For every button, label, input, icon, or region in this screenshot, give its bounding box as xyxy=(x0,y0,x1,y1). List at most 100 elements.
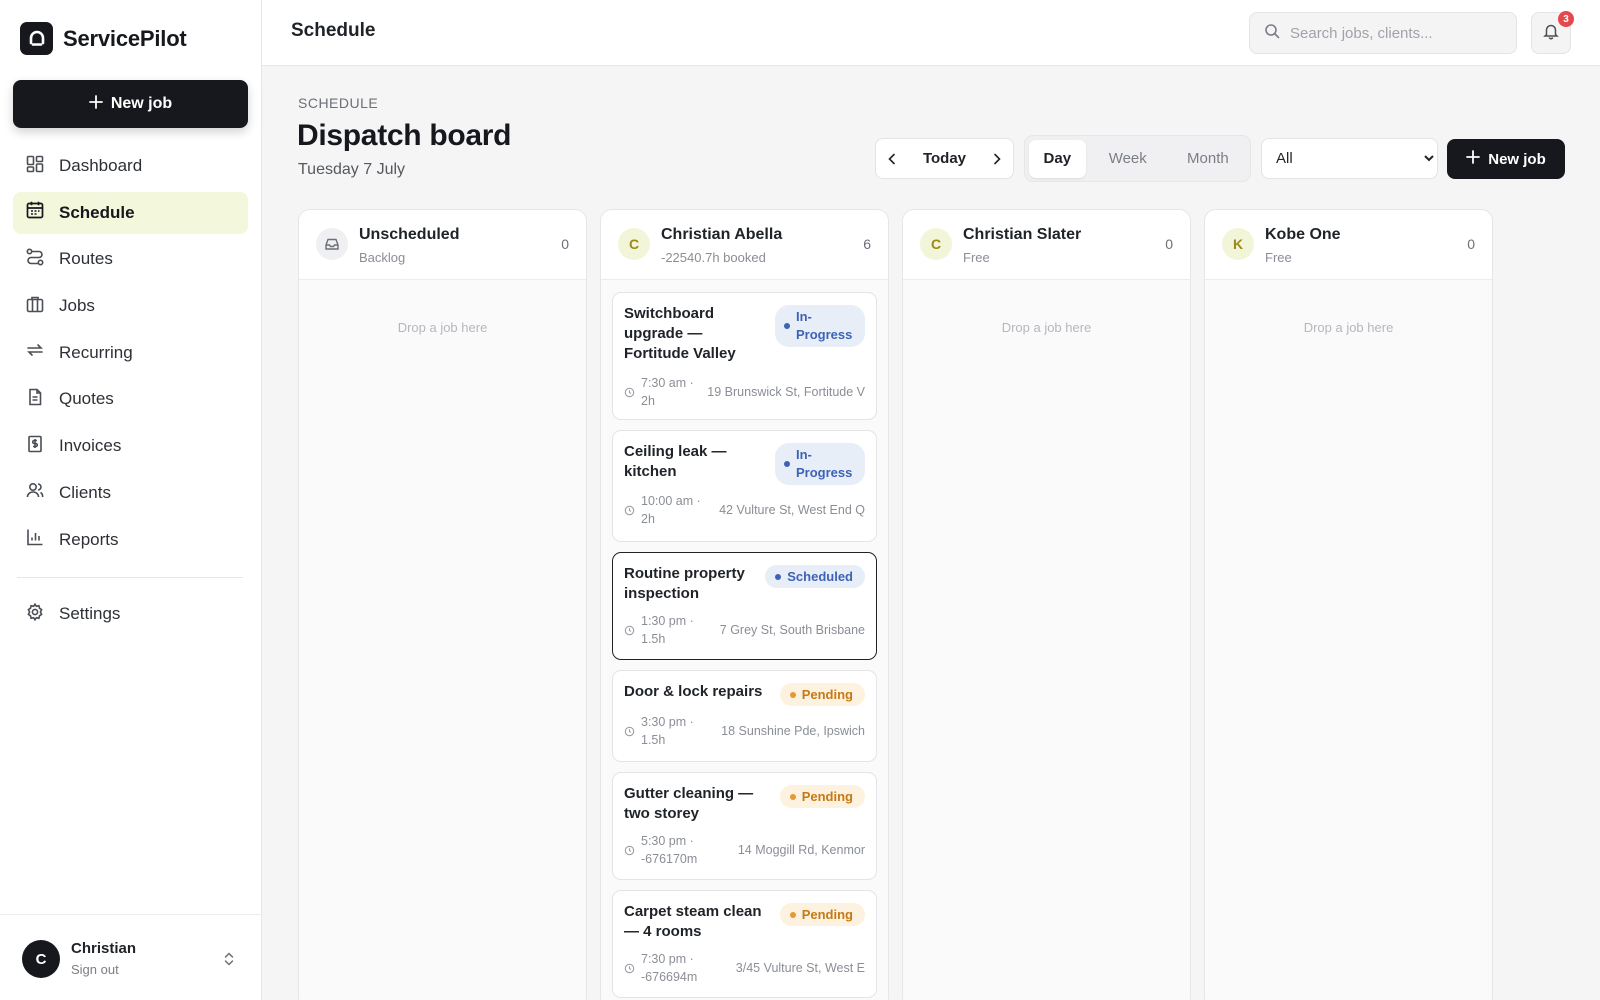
column-subtitle: Free xyxy=(963,250,990,265)
drop-zone-hint: Drop a job here xyxy=(1303,320,1394,335)
job-card[interactable]: Routine property inspection Scheduled 1:… xyxy=(612,552,877,660)
page-title: Dispatch board xyxy=(297,119,512,152)
column-name: Kobe One xyxy=(1265,226,1341,243)
sidebar-new-job-button[interactable]: New job xyxy=(13,80,248,128)
repeat-icon xyxy=(25,340,45,365)
dashboard-icon xyxy=(25,154,45,179)
technician-filter-select[interactable]: All xyxy=(1261,138,1438,179)
status-label: Scheduled xyxy=(787,569,853,584)
sidebar-item-reports[interactable]: Reports xyxy=(13,519,248,561)
column-header: C Christian Abella -22540.7h booked 6 xyxy=(601,210,888,280)
sidebar-item-jobs[interactable]: Jobs xyxy=(13,285,248,327)
column-count: 6 xyxy=(863,236,871,252)
status-dot xyxy=(784,323,790,329)
page-eyebrow: SCHEDULE xyxy=(298,95,379,111)
job-card[interactable]: Ceiling leak — kitchen In-Progress 10:00… xyxy=(612,430,877,542)
column-subtitle: -22540.7h booked xyxy=(661,250,766,265)
status-label: In-Progress xyxy=(796,447,853,480)
job-time: 3:30 pm · 1.5h xyxy=(641,715,694,747)
sidebar-item-settings[interactable]: Settings xyxy=(13,593,248,635)
job-card-list: Switchboard upgrade — Fortitude Valley I… xyxy=(601,280,888,998)
job-meta: 7:30 pm · -676694m 3/45 Vulture St, West… xyxy=(624,950,865,986)
sidebar-item-label: Clients xyxy=(59,482,111,502)
avatar: C xyxy=(22,940,60,978)
date-navigator: Today xyxy=(875,138,1014,179)
column-christian-abella[interactable]: C Christian Abella -22540.7h booked 6 Sw… xyxy=(600,209,889,1000)
column-header: C Christian Slater Free 0 xyxy=(903,210,1190,280)
tab-day[interactable]: Day xyxy=(1029,139,1086,178)
sidebar-item-recurring[interactable]: Recurring xyxy=(13,332,248,374)
job-time: 7:30 am · 2h xyxy=(641,376,694,408)
plus-icon xyxy=(1466,150,1481,168)
search-icon xyxy=(1264,23,1280,44)
job-meta: 3:30 pm · 1.5h 18 Sunshine Pde, Ipswich xyxy=(624,713,865,749)
job-address: 42 Vulture St, West End Q xyxy=(719,503,865,517)
job-address: 18 Sunshine Pde, Ipswich xyxy=(721,724,865,738)
tab-month[interactable]: Month xyxy=(1170,140,1246,178)
column-kobe-one[interactable]: K Kobe One Free 0 Drop a job here xyxy=(1204,209,1493,1000)
notifications-button[interactable]: 3 xyxy=(1531,11,1574,54)
user-menu[interactable]: C Christian Sign out xyxy=(0,914,262,1000)
clock-icon xyxy=(624,845,635,856)
job-time: 7:30 pm · -676694m xyxy=(641,952,698,984)
column-unscheduled[interactable]: Unscheduled Backlog 0 Drop a job here xyxy=(298,209,587,1000)
sidebar-item-schedule[interactable]: Schedule xyxy=(13,191,248,234)
logo-icon xyxy=(20,22,53,55)
clock-icon xyxy=(624,726,635,737)
today-button[interactable]: Today xyxy=(923,150,966,167)
status-badge: In-Progress xyxy=(775,305,865,347)
job-time: 10:00 am · 2h xyxy=(641,494,701,526)
job-address: 14 Moggill Rd, Kenmor xyxy=(737,843,865,857)
new-job-label: New job xyxy=(110,95,173,112)
sidebar-item-label: Dashboard xyxy=(59,156,143,175)
sidebar-item-label: Schedule xyxy=(59,202,135,222)
job-card[interactable]: Gutter cleaning — two storey Pending 5:3… xyxy=(612,772,877,880)
chevron-up-down-icon[interactable] xyxy=(222,951,236,972)
job-meta: 10:00 am · 2h 42 Vulture St, West End Q xyxy=(624,492,865,528)
status-label: Pending xyxy=(801,687,853,702)
sidebar-nav: Dashboard Schedule Routes Jobs Recurring… xyxy=(13,145,248,565)
search-input[interactable] xyxy=(1290,24,1500,42)
column-subtitle: Backlog xyxy=(359,250,406,265)
column-count: 0 xyxy=(1467,236,1475,252)
status-label: Pending xyxy=(801,907,853,922)
job-meta: 1:30 pm · 1.5h 7 Grey St, South Brisbane xyxy=(624,612,865,648)
sidebar-item-routes[interactable]: Routes xyxy=(13,238,248,280)
sidebar-item-label: Recurring xyxy=(59,342,133,362)
status-badge: In-Progress xyxy=(775,443,865,485)
column-name: Unscheduled xyxy=(359,226,460,243)
search-box[interactable] xyxy=(1249,12,1517,54)
page-title-top: Schedule xyxy=(291,20,376,41)
sidebar-item-label: Settings xyxy=(59,604,121,623)
clock-icon xyxy=(624,963,635,974)
sidebar-item-label: Reports xyxy=(59,529,119,549)
view-tabs: Day Week Month xyxy=(1024,135,1251,182)
brand[interactable]: ServicePilot xyxy=(20,22,187,55)
sidebar-item-invoices[interactable]: Invoices xyxy=(13,425,248,467)
sidebar-item-dashboard[interactable]: Dashboard xyxy=(13,145,248,187)
column-christian-slater[interactable]: C Christian Slater Free 0 Drop a job her… xyxy=(902,209,1191,1000)
job-address: 7 Grey St, South Brisbane xyxy=(719,623,865,637)
chevron-left-icon[interactable] xyxy=(884,151,900,167)
chevron-right-icon[interactable] xyxy=(989,151,1005,167)
avatar: C xyxy=(920,228,952,260)
users-icon xyxy=(25,480,45,505)
sidebar-item-quotes[interactable]: Quotes xyxy=(13,378,248,420)
status-label: Pending xyxy=(801,789,853,804)
sign-out-link[interactable]: Sign out xyxy=(71,962,119,977)
job-card[interactable]: Door & lock repairs Pending 3:30 pm · 1.… xyxy=(612,670,877,762)
sidebar-item-clients[interactable]: Clients xyxy=(13,472,248,514)
invoice-icon xyxy=(25,434,45,459)
avatar: K xyxy=(1222,228,1254,260)
new-job-button[interactable]: New job xyxy=(1447,139,1565,179)
job-address: 3/45 Vulture St, West E xyxy=(735,961,865,975)
job-time: 5:30 pm · -676170m xyxy=(641,834,698,866)
calendar-icon xyxy=(25,200,45,225)
status-badge: Pending xyxy=(779,683,865,706)
notification-badge: 3 xyxy=(1558,11,1574,27)
tab-week[interactable]: Week xyxy=(1090,140,1166,178)
status-badge: Pending xyxy=(779,903,865,926)
status-dot xyxy=(784,461,790,467)
job-card[interactable]: Switchboard upgrade — Fortitude Valley I… xyxy=(612,292,877,420)
job-card[interactable]: Carpet steam clean — 4 rooms Pending 7:3… xyxy=(612,890,877,998)
